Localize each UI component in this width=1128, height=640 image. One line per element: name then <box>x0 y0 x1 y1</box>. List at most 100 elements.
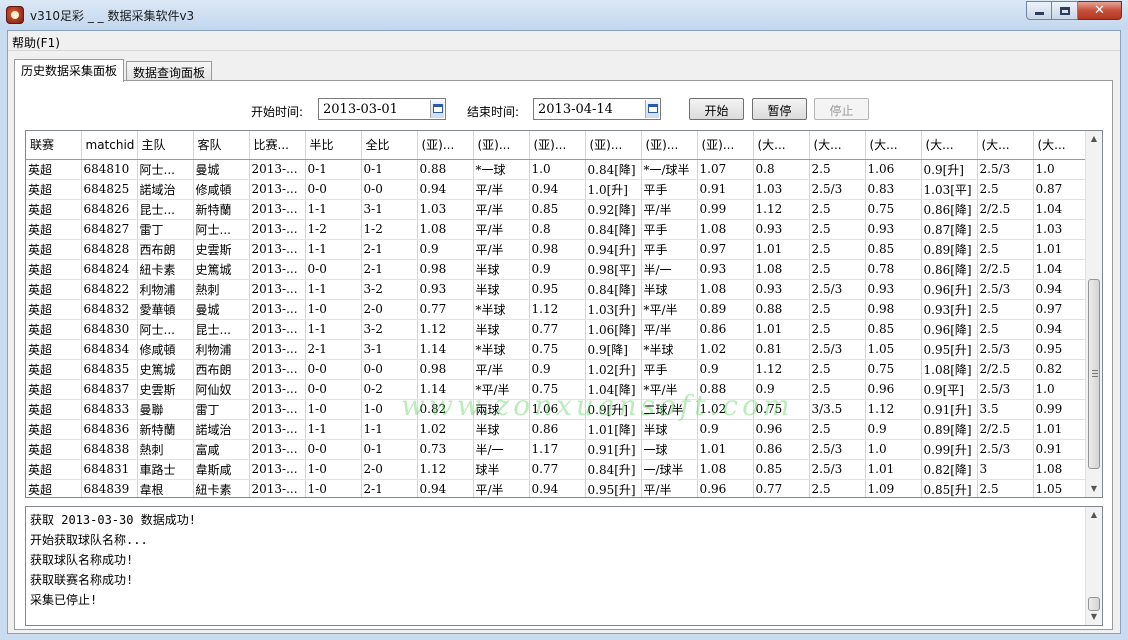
data-grid[interactable]: 联赛 matchid 主队 客队 比赛... 半比 全比 (亚)... (亚)... (亚)...… <box>25 130 1103 498</box>
start-date-picker[interactable]: 2013-03-01 <box>318 98 446 120</box>
column-header[interactable]: (大... <box>921 131 978 160</box>
maximize-button[interactable] <box>1052 1 1078 20</box>
table-cell: 2.5 <box>809 479 866 497</box>
table-cell: 0.75 <box>865 359 922 380</box>
table-cell: 英超 <box>26 219 82 240</box>
table-row[interactable]: 英超 684837 史雲斯 阿仙奴 2013-... 0-0 0-2 1.14 *平/半 0.75… <box>26 379 1086 400</box>
scroll-up-icon[interactable]: ▲ <box>1086 507 1102 523</box>
table-row[interactable]: 英超 684826 昆士... 新特蘭 2013-... 1-1 3-1 1.03 平/半 0.8… <box>26 199 1086 220</box>
table-cell: 0.88 <box>417 159 474 180</box>
table-row[interactable]: 英超 684822 利物浦 熱刺 2013-... 1-1 3-2 0.93 半球 0.95 0.8… <box>26 279 1086 300</box>
table-cell: 雷丁 <box>137 219 194 240</box>
table-cell: 1.17 <box>529 439 586 460</box>
table-cell: 3 <box>977 459 1034 480</box>
table-cell: 0.91[升] <box>921 399 978 420</box>
table-cell: 0-2 <box>361 379 418 400</box>
minimize-button[interactable] <box>1026 1 1052 20</box>
table-row[interactable]: 英超 684836 新特蘭 諾域治 2013-... 1-1 1-1 1.02 半球 0.86 1.… <box>26 419 1086 440</box>
column-header[interactable]: (大... <box>977 131 1034 160</box>
scroll-down-icon[interactable]: ▼ <box>1086 609 1102 625</box>
table-cell: 1.05 <box>865 339 922 360</box>
table-cell: 684828 <box>81 239 138 260</box>
table-cell: 0.98 <box>865 299 922 320</box>
table-cell: *半球 <box>641 339 698 360</box>
table-cell: 0.93 <box>865 219 922 240</box>
table-row[interactable]: 英超 684828 西布朗 史雲斯 2013-... 1-1 2-1 0.9 平/半 0.98 0.… <box>26 239 1086 260</box>
table-row[interactable]: 英超 684830 阿士... 昆士... 2013-... 1-1 3-2 1.12 半球 0.… <box>26 319 1086 340</box>
table-cell: 半球 <box>641 419 698 440</box>
table-cell: 1.12 <box>417 319 474 340</box>
column-header[interactable]: (亚)... <box>473 131 530 160</box>
table-row[interactable]: 英超 684833 曼聯 雷丁 2013-... 1-0 1-0 0.82 兩球 1.06 0.9[… <box>26 399 1086 420</box>
table-cell: 2.5/3 <box>977 159 1034 180</box>
column-header[interactable]: 联赛 <box>26 131 82 160</box>
stop-button[interactable]: 停止 <box>814 98 869 120</box>
table-row[interactable]: 英超 684827 雷丁 阿士... 2013-... 1-2 1-2 1.08 平/半 0.8 0… <box>26 219 1086 240</box>
table-cell: 英超 <box>26 419 82 440</box>
table-cell: 0.86[降] <box>921 259 978 280</box>
table-cell: 684836 <box>81 419 138 440</box>
end-date-picker[interactable]: 2013-04-14 <box>533 98 661 120</box>
log-line: 开始获取球队名称... <box>30 533 148 547</box>
tab-history-collect[interactable]: 历史数据采集面板 <box>14 59 125 82</box>
menu-help[interactable]: 帮助(F1) <box>12 34 60 51</box>
column-header[interactable]: (亚)... <box>529 131 586 160</box>
table-cell: 2.5/3 <box>809 339 866 360</box>
column-header[interactable]: matchid <box>81 131 138 160</box>
table-row[interactable]: 英超 684825 諾域治 修咸頓 2013-... 0-0 0-0 0.94 平/半 0.94 1… <box>26 179 1086 200</box>
column-header[interactable]: (亚)... <box>697 131 754 160</box>
title-bar[interactable]: v310足彩 _ _ 数据采集软件v3 ✕ <box>0 0 1128 30</box>
table-cell: 0.77 <box>753 479 810 497</box>
column-header[interactable]: (亚)... <box>641 131 698 160</box>
table-row[interactable]: 英超 684810 阿士... 曼城 2013-... 0-1 0-1 0.88 *一球 1.0 0… <box>26 159 1086 180</box>
log-vertical-scrollbar[interactable]: ▲ ▼ <box>1085 507 1102 625</box>
table-cell: 1.01[降] <box>585 419 642 440</box>
column-header[interactable]: (大... <box>1033 131 1086 160</box>
table-cell: 1.0 <box>865 439 922 460</box>
grid-vertical-scrollbar[interactable]: ▲ ▼ <box>1085 131 1102 497</box>
column-header[interactable]: 半比 <box>305 131 362 160</box>
column-header[interactable]: (大... <box>809 131 866 160</box>
log-line: 采集已停止! <box>30 593 98 607</box>
column-header[interactable]: 全比 <box>361 131 418 160</box>
column-header[interactable]: (亚)... <box>417 131 474 160</box>
pause-button[interactable]: 暂停 <box>752 98 807 120</box>
log-output[interactable]: 获取 2013-03-30 数据成功! 开始获取球队名称... 获取球队名称成功! 获… <box>25 506 1103 626</box>
table-row[interactable]: 英超 684839 韋根 紐卡素 2013-... 1-0 2-1 0.94 平/半 0.94 0.… <box>26 479 1086 497</box>
tab-data-query[interactable]: 数据查询面板 <box>126 61 213 81</box>
table-row[interactable]: 英超 684834 修咸頓 利物浦 2013-... 2-1 3-1 1.14 *半球 0.75 0… <box>26 339 1086 360</box>
column-header[interactable]: (大... <box>865 131 922 160</box>
start-button[interactable]: 开始 <box>689 98 744 120</box>
table-cell: 平/半 <box>473 239 530 260</box>
column-header[interactable]: 主队 <box>137 131 194 160</box>
table-row[interactable]: 英超 684831 車路士 韋斯咸 2013-... 1-0 2-0 1.12 球半 0.77 0.… <box>26 459 1086 480</box>
table-cell: 0.85 <box>753 459 810 480</box>
app-icon[interactable] <box>6 6 24 24</box>
table-row[interactable]: 英超 684824 紐卡素 史篤城 2013-... 0-0 2-1 0.98 半球 0.9 0.9… <box>26 259 1086 280</box>
table-cell: 半/一 <box>641 259 698 280</box>
grid-scroll-thumb[interactable] <box>1088 279 1100 469</box>
close-button[interactable]: ✕ <box>1078 1 1122 20</box>
scroll-down-icon[interactable]: ▼ <box>1086 481 1102 497</box>
start-calendar-button[interactable] <box>430 100 444 118</box>
column-header[interactable]: (大... <box>753 131 810 160</box>
table-cell: 0-1 <box>305 159 362 180</box>
column-header[interactable]: (亚)... <box>585 131 642 160</box>
table-cell: 0.98 <box>529 239 586 260</box>
table-cell: 0.78 <box>865 259 922 280</box>
table-cell: 2.5 <box>809 299 866 320</box>
table-cell: 0.89[降] <box>921 239 978 260</box>
table-row[interactable]: 英超 684832 愛華頓 曼城 2013-... 1-0 2-0 0.77 *半球 1.12 1.… <box>26 299 1086 320</box>
end-calendar-button[interactable] <box>645 100 659 118</box>
table-cell: 0.84[降] <box>585 279 642 300</box>
table-cell: 0.99 <box>1033 399 1086 420</box>
table-cell: 684826 <box>81 199 138 220</box>
table-cell: 0.84[升] <box>585 459 642 480</box>
table-row[interactable]: 英超 684838 熱刺 富咸 2013-... 0-0 0-1 0.73 半/一 1.17 0.9… <box>26 439 1086 460</box>
table-cell: 684833 <box>81 399 138 420</box>
scroll-up-icon[interactable]: ▲ <box>1086 131 1102 147</box>
column-header[interactable]: 客队 <box>193 131 250 160</box>
table-cell: 0.88 <box>753 299 810 320</box>
column-header[interactable]: 比赛... <box>249 131 306 160</box>
table-row[interactable]: 英超 684835 史篤城 西布朗 2013-... 0-0 0-0 0.98 平/半 0.9 1.… <box>26 359 1086 380</box>
